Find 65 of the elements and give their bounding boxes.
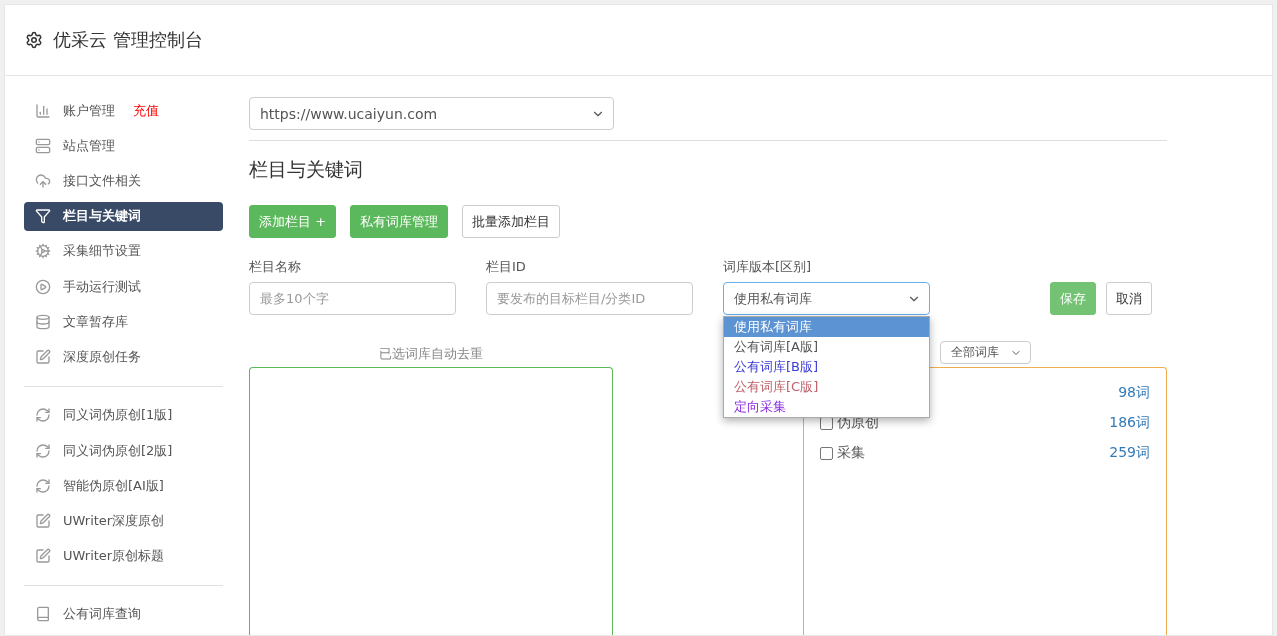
sidebar-item[interactable]: 同义词伪原创[2版] bbox=[24, 435, 223, 466]
id-input[interactable]: 要发布的目标栏目/分类ID bbox=[486, 282, 693, 315]
library-name: 采集 bbox=[837, 444, 865, 462]
refresh-icon bbox=[35, 407, 51, 424]
edit-icon bbox=[35, 349, 51, 366]
sidebar-item[interactable]: UWriter深度原创 bbox=[24, 506, 223, 536]
sidebar-item[interactable]: 深度原创任务 bbox=[24, 342, 223, 372]
sidebar-label: 站点管理 bbox=[63, 136, 115, 155]
sidebar-label: 接口文件相关 bbox=[63, 172, 141, 191]
sidebar-label: 栏目与关键词 bbox=[63, 207, 141, 226]
server-icon bbox=[35, 137, 51, 154]
sidebar-label: 账户管理 bbox=[63, 101, 115, 120]
word-count: 186词 bbox=[1109, 414, 1150, 432]
sidebar-item[interactable]: 同义词伪原创[1版] bbox=[24, 400, 223, 430]
settings-icon bbox=[25, 31, 43, 49]
sidebar-item[interactable]: 账户管理 充值 bbox=[24, 96, 223, 126]
sidebar-label: 同义词伪原创[1版] bbox=[63, 406, 173, 425]
sidebar-label: 手动运行测试 bbox=[63, 277, 141, 296]
recharge-link[interactable]: 充值 bbox=[133, 101, 159, 120]
site-select[interactable]: https://www.ucaiyun.com bbox=[249, 97, 614, 130]
section-title: 栏目与关键词 bbox=[249, 157, 364, 182]
field-label: 词库版本[区别] bbox=[723, 258, 813, 276]
filter-icon bbox=[35, 208, 51, 225]
sidebar-label: 同义词伪原创[2版] bbox=[63, 441, 173, 460]
sidebar-label: 采集细节设置 bbox=[63, 242, 141, 261]
bar-chart-icon bbox=[35, 102, 51, 119]
dropdown-option[interactable]: 公有词库[A版] bbox=[724, 337, 929, 357]
dropdown-option[interactable]: 定向采集 bbox=[724, 397, 929, 417]
book-icon bbox=[35, 606, 51, 623]
sidebar-item[interactable]: 文章暂存库 bbox=[24, 307, 223, 337]
field-label: 栏目ID bbox=[486, 258, 527, 276]
sidebar-label: 公有词库查询 bbox=[63, 605, 141, 624]
database-icon bbox=[35, 313, 51, 330]
refresh-icon bbox=[35, 442, 51, 459]
dropdown-option[interactable]: 公有词库[B版] bbox=[724, 357, 929, 377]
sidebar-item[interactable]: 手动运行测试 bbox=[24, 272, 223, 302]
sidebar-label: UWriter原创标题 bbox=[63, 547, 165, 566]
sidebar-item[interactable]: 公有词库查询 bbox=[24, 599, 223, 630]
sidebar-item[interactable]: UWriter原创标题 bbox=[24, 541, 223, 571]
sidebar-label: UWriter深度原创 bbox=[63, 512, 165, 530]
console-title: 优采云 管理控制台 bbox=[53, 28, 203, 52]
library-checkbox[interactable] bbox=[820, 446, 833, 460]
sidebar-label: 深度原创任务 bbox=[63, 348, 141, 367]
edit-icon bbox=[35, 548, 51, 565]
sidebar-item[interactable]: 采集细节设置 bbox=[24, 236, 223, 267]
edit-icon bbox=[35, 513, 51, 529]
name-input[interactable]: 最多10个字 bbox=[249, 282, 456, 315]
sidebar-item[interactable]: 栏目与关键词 bbox=[24, 201, 223, 231]
library-select[interactable]: 使用私有词库 bbox=[723, 282, 930, 315]
library-filter-select[interactable]: 全部词库 bbox=[939, 341, 1031, 364]
action-button[interactable]: 批量添加栏目 bbox=[462, 205, 561, 238]
word-count: 98词 bbox=[1118, 384, 1150, 402]
sidebar-item[interactable]: 站点管理 bbox=[24, 131, 223, 161]
sidebar-label: 文章暂存库 bbox=[63, 312, 128, 331]
cancel-button[interactable]: 取消 bbox=[1106, 282, 1152, 315]
sidebar-item[interactable]: 智能伪原创[AI版] bbox=[24, 471, 223, 501]
cloud-upload-icon bbox=[35, 173, 51, 190]
refresh-icon bbox=[35, 477, 51, 494]
sidebar-item[interactable]: 接口文件相关 bbox=[24, 166, 223, 196]
field-label: 栏目名称 bbox=[249, 258, 302, 276]
sidebar-label: 智能伪原创[AI版] bbox=[63, 476, 164, 495]
dropdown-option[interactable]: 公有词库[C版] bbox=[724, 377, 929, 397]
word-count: 259词 bbox=[1109, 444, 1150, 462]
play-icon bbox=[35, 278, 51, 295]
hint-text: 已选词库自动去重 bbox=[378, 345, 484, 363]
